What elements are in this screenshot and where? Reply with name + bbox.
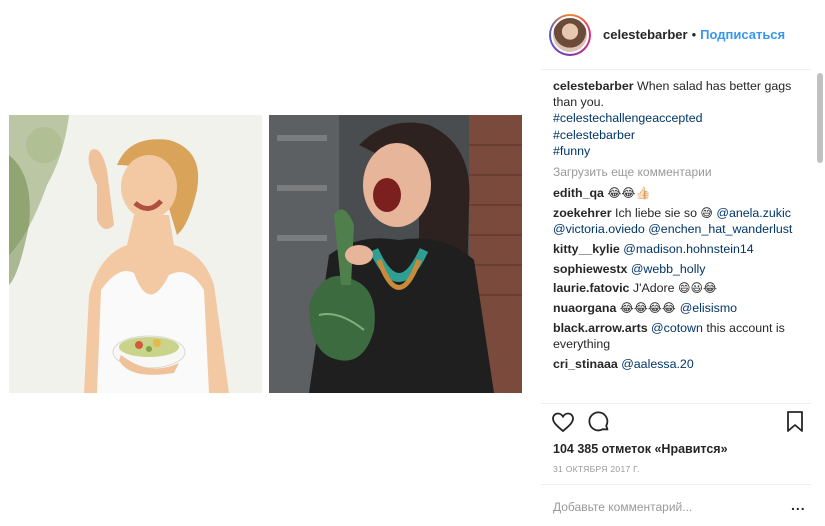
likes-count[interactable]: 104 385 отметок «Нравится»: [553, 442, 728, 456]
comment-text: Ich liebe sie so: [615, 205, 701, 220]
post-sidebar: celestebarber • Подписаться celestebarbe…: [541, 0, 825, 526]
mention-link[interactable]: @webb_holly: [631, 262, 706, 276]
comment-container: edith_qa 😂😂👍🏻 zoekehrer Ich liebe sie so …: [553, 185, 811, 372]
emoji: 😂😂👍🏻: [607, 186, 651, 201]
post-media[interactable]: [0, 0, 541, 526]
comment-row: zoekehrer Ich liebe sie so 😅 @anela.zuki…: [553, 205, 811, 237]
add-comment-divider: [541, 484, 811, 485]
post-date[interactable]: 31 ОКТЯБРЯ 2017 Г.: [553, 464, 640, 474]
load-more-comments-button[interactable]: Загрузить еще комментарии: [553, 165, 811, 179]
comment-row: black.arrow.arts @cotown this account is…: [553, 320, 811, 352]
hashtag-link[interactable]: #celestebarber: [553, 128, 635, 142]
heart-icon[interactable]: [551, 410, 575, 439]
woman-laughing-with-salad-photo: [9, 115, 262, 393]
follow-button[interactable]: Подписаться: [700, 27, 785, 42]
mention-link[interactable]: @elisismo: [680, 301, 737, 315]
mention-link[interactable]: @aalessa.20: [621, 357, 694, 371]
comment-username[interactable]: black.arrow.arts: [553, 321, 648, 335]
hashtag-link[interactable]: #funny: [553, 144, 590, 158]
add-comment-input[interactable]: Добавьте комментарий...: [553, 500, 692, 514]
comment-row: sophiewestx @webb_holly: [553, 261, 811, 277]
comment-row: laurie.fatovic J'Adore 😄😃😂: [553, 280, 811, 296]
comments-list[interactable]: celestebarber When salad has better gags…: [553, 78, 811, 403]
comment-username[interactable]: cri_stinaaa: [553, 357, 618, 371]
scrollbar-thumb[interactable]: [817, 73, 823, 163]
comment-text: J'Adore: [632, 281, 678, 296]
caption: celestebarber When salad has better gags…: [553, 78, 811, 159]
comment-username[interactable]: sophiewestx: [553, 262, 627, 276]
emoji: 😅: [700, 205, 713, 220]
comment-row: nuaorgana 😂😂😂😂 @elisismo: [553, 300, 811, 316]
header-username[interactable]: celestebarber: [603, 27, 688, 42]
comment-row: kitty__kylie @madison.hohnstein14: [553, 241, 811, 257]
post-header: celestebarber • Подписаться: [541, 0, 825, 69]
comment-row: edith_qa 😂😂👍🏻: [553, 185, 811, 201]
comment-username[interactable]: laurie.fatovic: [553, 281, 629, 295]
comment-row: cri_stinaaa @aalessa.20: [553, 356, 811, 372]
emoji: 😂😂😂😂: [619, 301, 680, 316]
comment-username[interactable]: zoekehrer: [553, 206, 612, 220]
actions-divider: [541, 403, 811, 404]
mention-link[interactable]: @cotown: [651, 321, 703, 335]
avatar[interactable]: [549, 13, 591, 56]
avatar-image: [551, 15, 589, 54]
comment-username[interactable]: kitty__kylie: [553, 242, 620, 256]
bookmark-icon[interactable]: [785, 410, 805, 439]
more-options-button[interactable]: ...: [791, 497, 806, 513]
comment-icon[interactable]: [587, 410, 611, 439]
actions-bar: [551, 410, 811, 436]
comment-username[interactable]: edith_qa: [553, 186, 604, 200]
header-divider: [541, 69, 811, 70]
mention-link[interactable]: @madison.hohnstein14: [623, 242, 753, 256]
emoji: 😄😃😂: [677, 281, 718, 296]
hashtag-link[interactable]: #celestechallengeaccepted: [553, 111, 703, 125]
woman-laughing-with-kale-photo: [269, 115, 522, 393]
comment-username[interactable]: nuaorgana: [553, 301, 616, 315]
header-separator: •: [691, 27, 697, 42]
caption-username[interactable]: celestebarber: [553, 79, 634, 93]
